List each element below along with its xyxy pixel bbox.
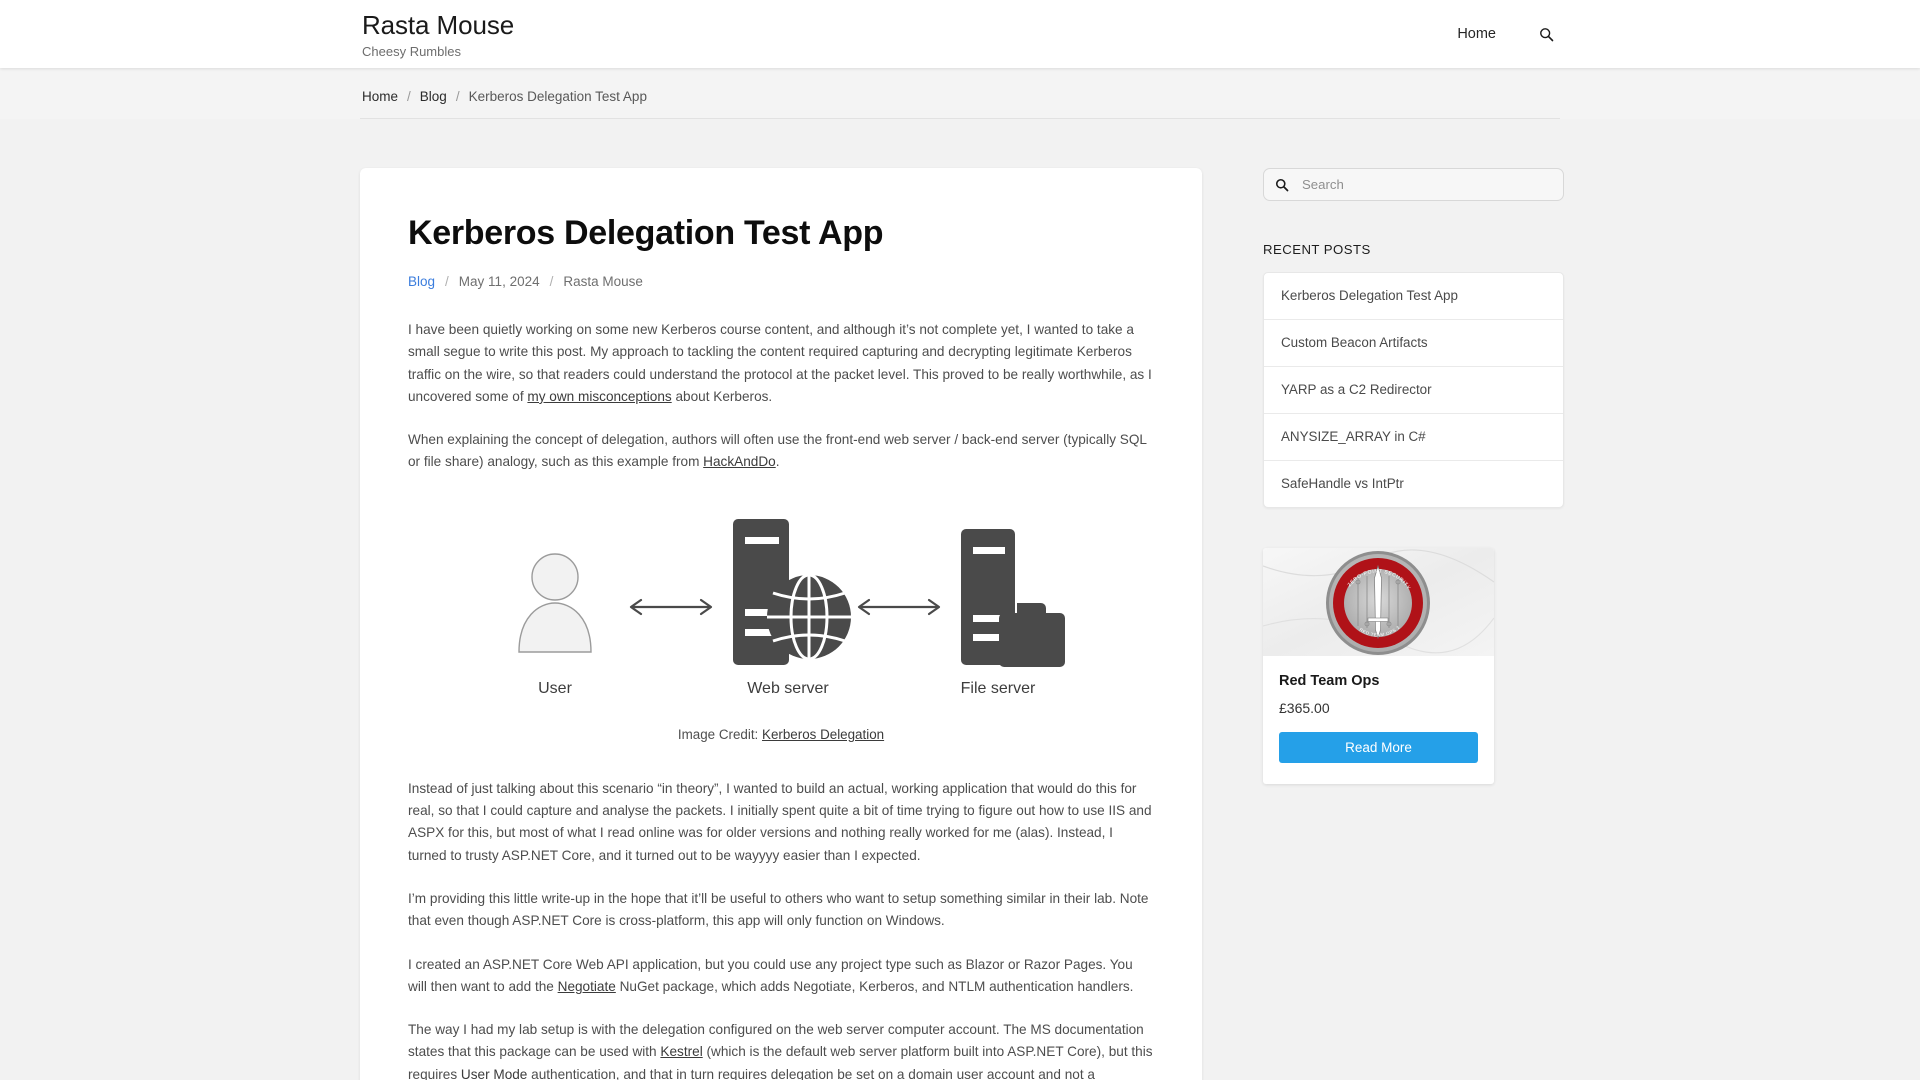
breadcrumb-blog[interactable]: Blog (420, 89, 447, 104)
article-body: I have been quietly working on some new … (408, 319, 1154, 1080)
recent-posts-list: Kerberos Delegation Test App Custom Beac… (1263, 272, 1564, 508)
site-tagline: Cheesy Rumbles (362, 44, 461, 59)
site-header: Rasta Mouse Cheesy Rumbles Home (0, 0, 1920, 68)
primary-navigation: Home (1457, 24, 1558, 44)
article-paragraph: The way I had my lab setup is with the d… (408, 1022, 1153, 1080)
inline-link[interactable]: User Mode (461, 1067, 527, 1080)
inline-link[interactable]: Kestrel (660, 1044, 702, 1059)
arrow-user-to-web (629, 598, 713, 615)
list-item[interactable]: Kerberos Delegation Test App (1264, 273, 1563, 320)
meta-author: Rasta Mouse (563, 274, 643, 289)
user-icon (518, 553, 592, 653)
kerberos-delegation-diagram: User Web server File server (518, 518, 1065, 697)
list-item[interactable]: YARP as a C2 Redirector (1264, 367, 1563, 414)
meta-category-link[interactable]: Blog (408, 274, 435, 289)
delegation-diagram-figure: User Web server File server Image Credit… (408, 505, 1154, 742)
figure-caption-link[interactable]: Kerberos Delegation (762, 727, 884, 742)
breadcrumb-bar: Home / Blog / Kerberos Delegation Test A… (0, 68, 1920, 119)
diagram-label-user: User (538, 680, 572, 697)
search-toggle-button[interactable] (1536, 24, 1556, 44)
list-item[interactable]: ANYSIZE_ARRAY in C# (1264, 414, 1563, 461)
arrow-web-to-file (857, 598, 941, 615)
web-server-icon (733, 518, 851, 665)
article-paragraph: When explaining the concept of delegatio… (408, 432, 1147, 470)
breadcrumb-separator: / (407, 89, 411, 104)
product-widget[interactable]: ZERO-POINT SECURITY RED TEAM OPS 1 Red T… (1263, 548, 1494, 784)
inline-link[interactable]: Negotiate (558, 979, 616, 994)
content-column: Kerberos Delegation Test App Blog / May … (360, 168, 1202, 1080)
diagram-label-web-server: Web server (747, 680, 829, 697)
diagram-label-file-server: File server (961, 680, 1036, 697)
site-branding[interactable]: Rasta Mouse Cheesy Rumbles (362, 8, 514, 60)
file-server-icon (961, 528, 1065, 667)
list-item[interactable]: SafeHandle vs IntPtr (1264, 461, 1563, 507)
product-image: ZERO-POINT SECURITY RED TEAM OPS 1 (1263, 548, 1494, 656)
inline-link[interactable]: HackAndDo (703, 454, 776, 469)
page-wrapper: Kerberos Delegation Test App Blog / May … (360, 119, 1564, 1080)
product-body: Red Team Ops £365.00 Read More (1263, 656, 1494, 784)
breadcrumb-separator: / (455, 89, 460, 104)
article-paragraph: I created an ASP.NET Core Web API applic… (408, 956, 1134, 994)
meta-separator: / (445, 274, 449, 289)
article-paragraph: I have been quietly working on some new … (408, 322, 1152, 404)
article-card: Kerberos Delegation Test App Blog / May … (360, 168, 1202, 1080)
breadcrumb: Home / Blog / Kerberos Delegation Test A… (360, 89, 1560, 119)
recent-posts-heading: Recent Posts (1263, 242, 1371, 257)
list-item[interactable]: Custom Beacon Artifacts (1264, 320, 1563, 367)
search-input[interactable] (1300, 176, 1552, 193)
inline-link[interactable]: my own misconceptions (527, 389, 671, 404)
nav-item-home[interactable]: Home (1457, 26, 1496, 42)
article-paragraph: I’m providing this little write-up in th… (408, 890, 1149, 929)
product-price: £365.00 (1279, 700, 1330, 716)
page-title: Kerberos Delegation Test App (408, 214, 884, 252)
sidebar: Recent Posts Kerberos Delegation Test Ap… (1263, 168, 1564, 784)
read-more-button[interactable]: Read More (1279, 732, 1478, 763)
search-widget[interactable] (1263, 168, 1564, 201)
search-icon (1539, 27, 1553, 41)
meta-separator: / (549, 274, 554, 289)
article-meta: Blog / May 11, 2024 / Rasta Mouse (408, 274, 1154, 289)
breadcrumb-current: Kerberos Delegation Test App (468, 89, 647, 104)
challenge-coin-badge: ZERO-POINT SECURITY RED TEAM OPS 1 (1326, 551, 1430, 655)
breadcrumb-home[interactable]: Home (362, 89, 398, 104)
site-title[interactable]: Rasta Mouse (362, 10, 514, 40)
article-paragraph: Instead of just talking about this scena… (408, 780, 1152, 863)
header-inner: Rasta Mouse Cheesy Rumbles Home (360, 0, 1560, 68)
meta-date: May 11, 2024 (458, 274, 540, 289)
product-title: Red Team Ops (1279, 673, 1380, 689)
search-icon (1275, 178, 1289, 191)
figure-caption-prefix: Image Credit: (677, 726, 759, 742)
figure-caption: Image Credit: Kerberos Delegation (408, 727, 1154, 742)
